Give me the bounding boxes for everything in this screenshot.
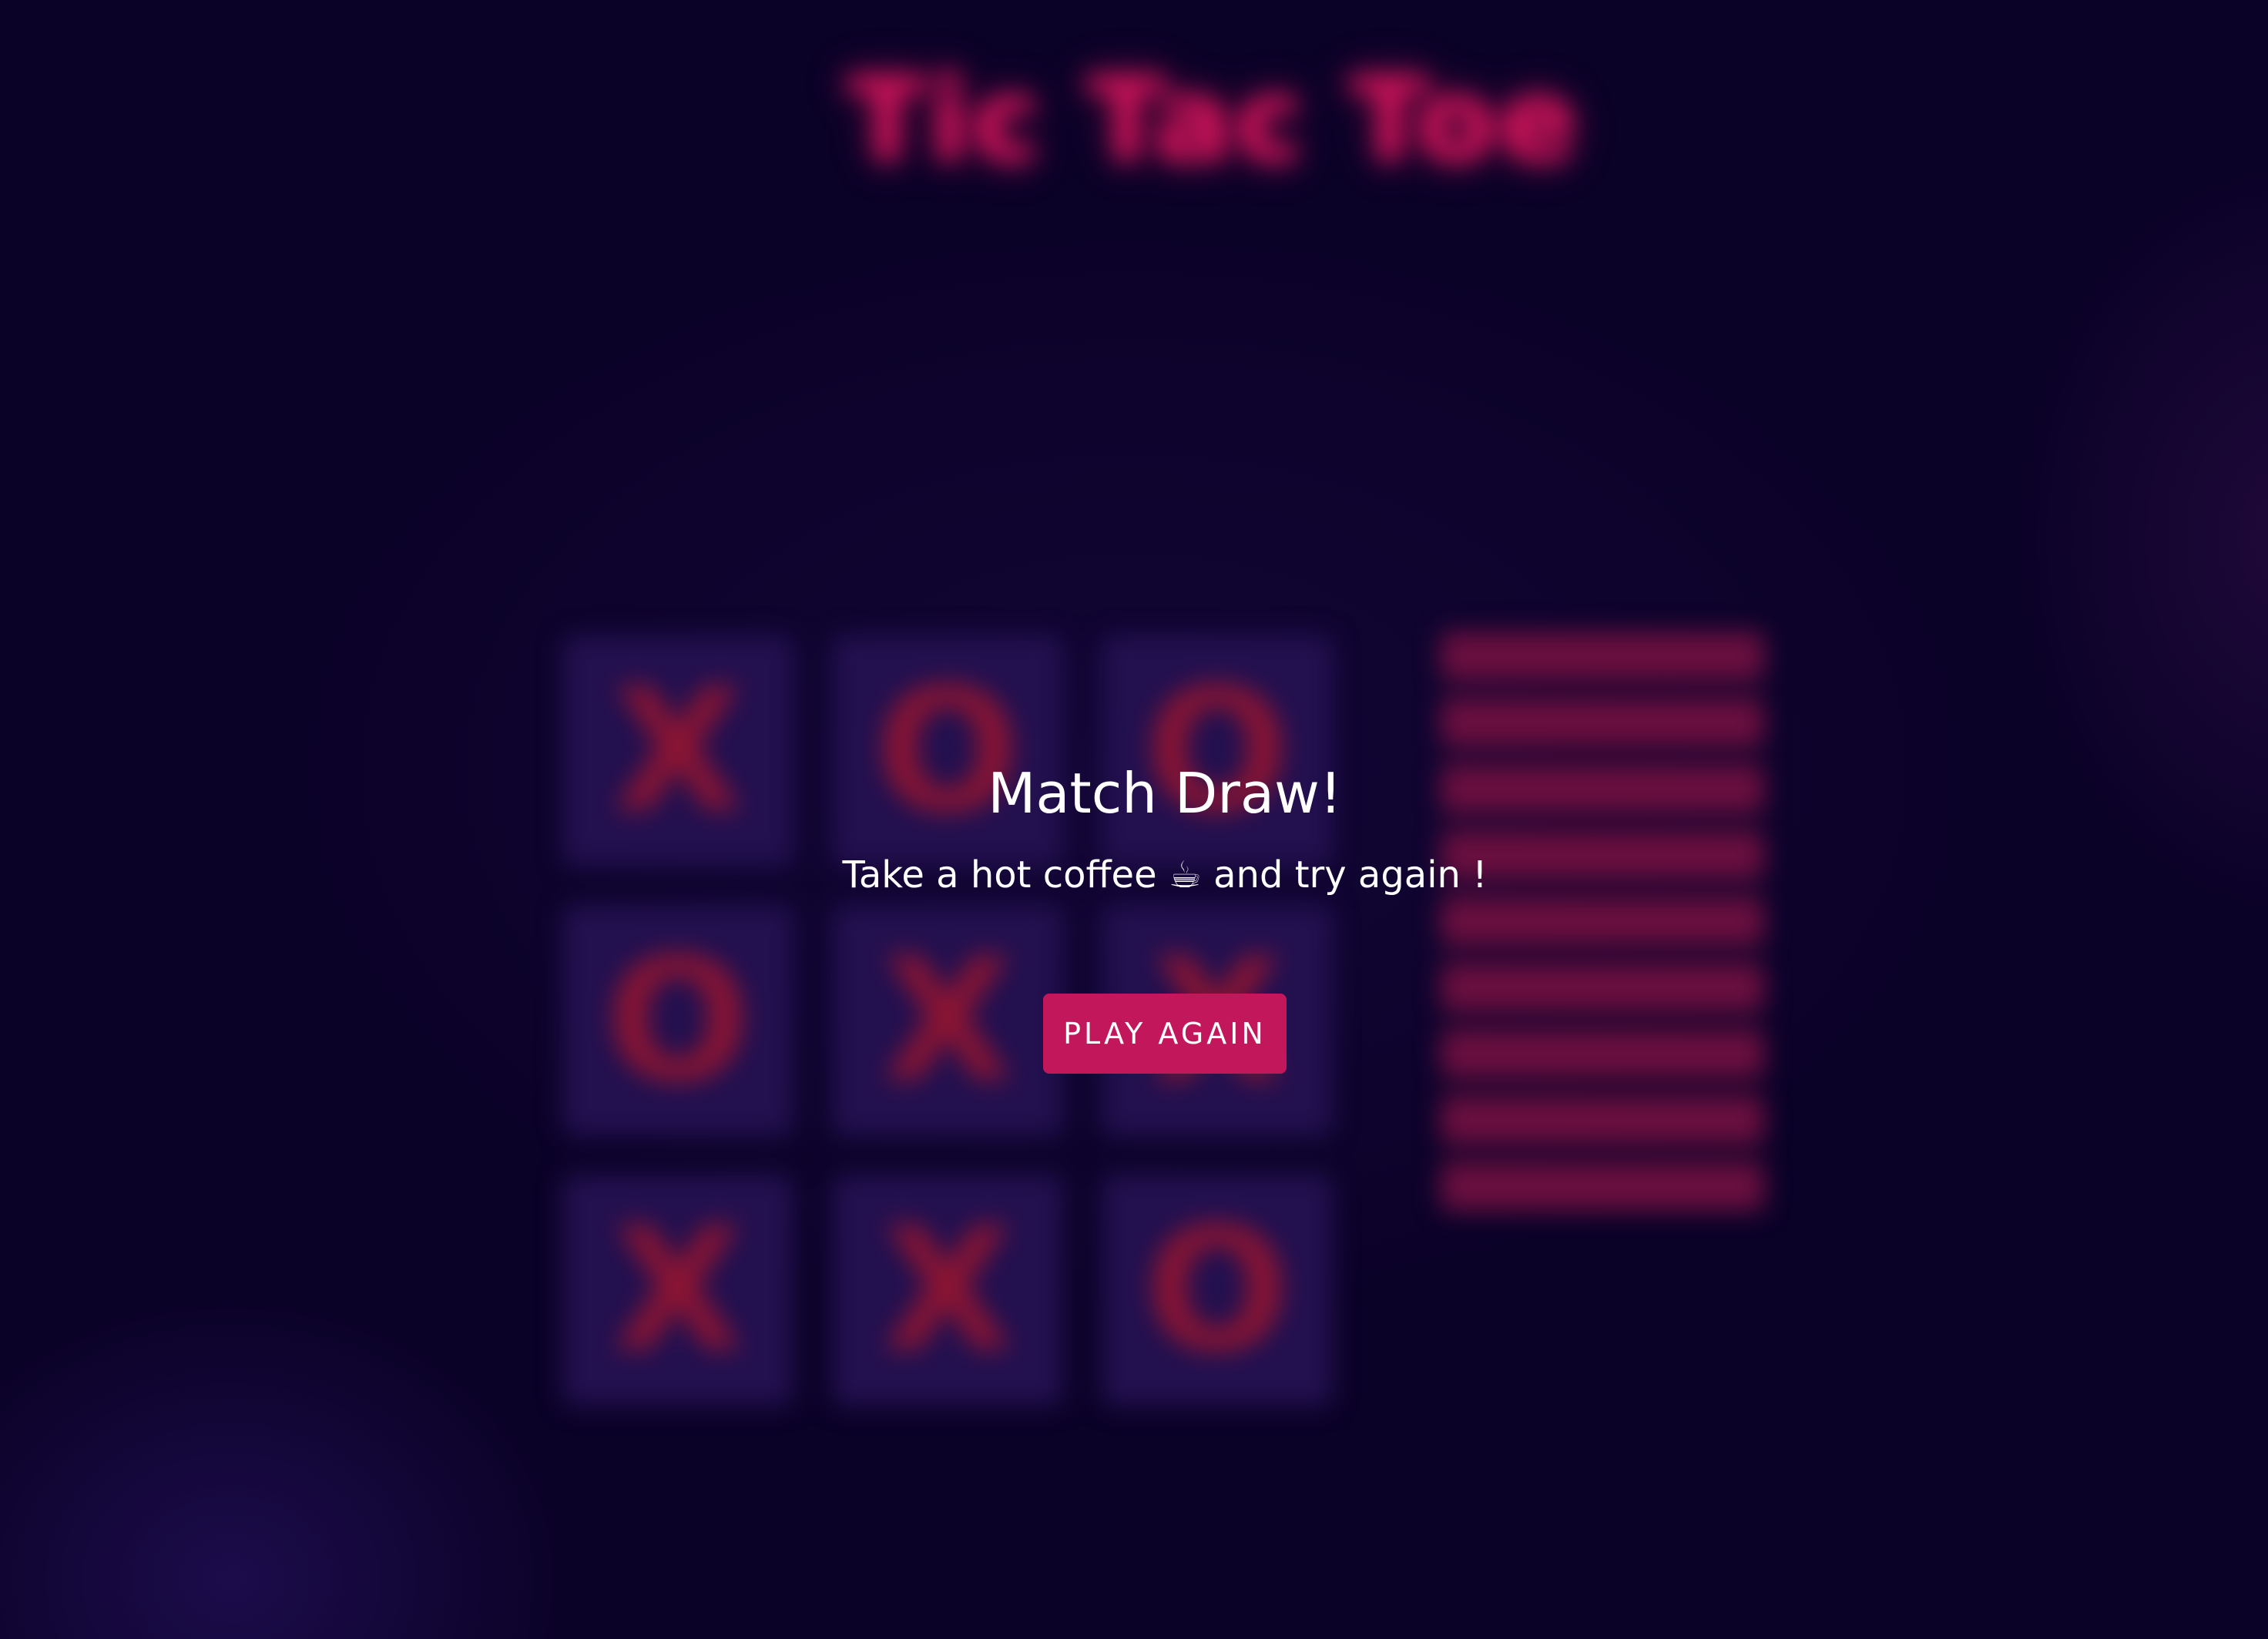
game-screen: Tic Tac Toe X O O O X X X X O Matc xyxy=(0,0,2268,1639)
history-item[interactable] xyxy=(1441,1161,1764,1211)
history-item[interactable] xyxy=(1441,1095,1764,1145)
history-item[interactable] xyxy=(1441,632,1764,681)
board-cell[interactable]: X xyxy=(562,635,793,866)
result-modal: Match Draw! Take a hot coffee ☕ and try … xyxy=(826,755,1504,1074)
result-title: Match Draw! xyxy=(988,761,1342,826)
board-cell[interactable]: X xyxy=(562,1175,793,1406)
board-cell[interactable]: X xyxy=(832,1175,1063,1406)
game-title: Tic Tac Toe xyxy=(847,54,1581,188)
board-cell[interactable]: O xyxy=(562,905,793,1136)
history-item[interactable] xyxy=(1441,698,1764,747)
play-again-button[interactable]: PLAY AGAIN xyxy=(1043,994,1287,1074)
result-message: Take a hot coffee ☕ and try again ! xyxy=(842,853,1488,897)
board-cell[interactable]: O xyxy=(1102,1175,1333,1406)
